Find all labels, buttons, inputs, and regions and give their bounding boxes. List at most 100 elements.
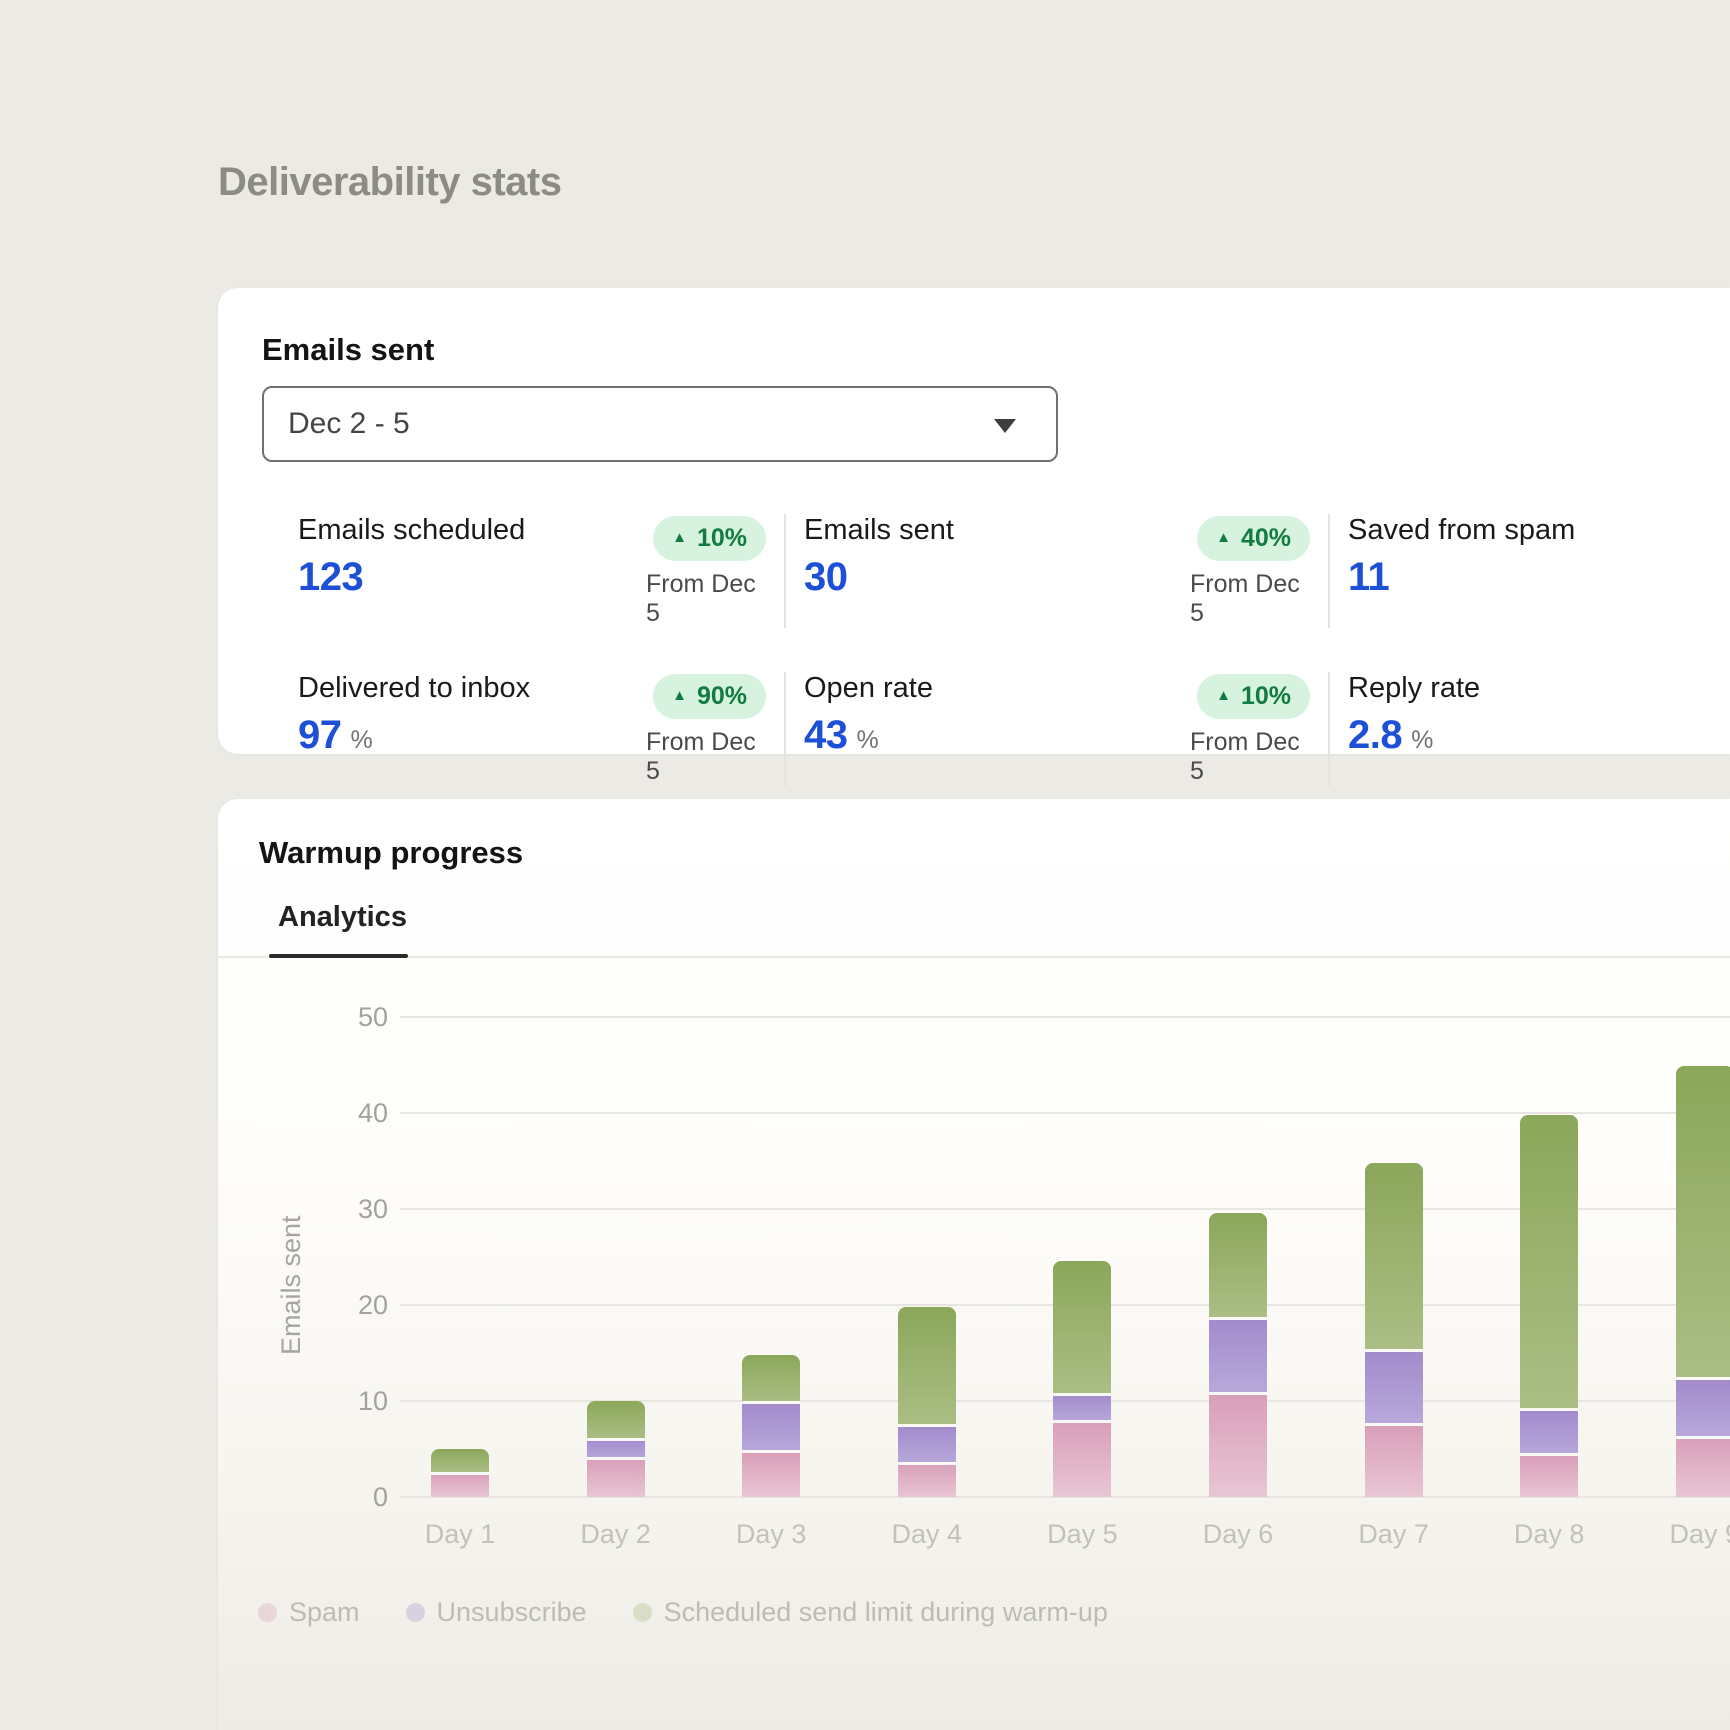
change-badge: ▲ 90%: [653, 674, 766, 719]
change-value: 40%: [1241, 524, 1291, 553]
bar-segment-gap: [587, 1438, 645, 1441]
bar-segment-scheduled-send-limit: [587, 1401, 645, 1439]
change-badge: ▲ 40%: [1197, 516, 1310, 561]
stat-change-open-rate: ▲ 10% From Dec 5: [1190, 672, 1310, 786]
bar-segment-unsubscribe: [1365, 1350, 1423, 1424]
bar-segment-scheduled-send-limit: [1520, 1115, 1578, 1410]
date-range-value: Dec 2 - 5: [288, 407, 410, 441]
stat-label: Emails scheduled: [298, 514, 628, 547]
emails-sent-stats-card: Emails sent Dec 2 - 5 Emails scheduled 1…: [218, 288, 1730, 754]
bar-segment-scheduled-send-limit: [742, 1355, 800, 1403]
change-value: 10%: [1241, 682, 1291, 711]
bar-segment-spam: [1209, 1393, 1267, 1497]
bar-segment-spam: [587, 1459, 645, 1497]
stat-unit: %: [857, 726, 879, 755]
stat-saved-from-spam: Saved from spam 11: [1348, 514, 1682, 628]
bar-segment-gap: [1365, 1349, 1423, 1352]
triangle-up-icon: ▲: [672, 688, 687, 703]
gridline: [400, 1112, 1730, 1114]
bar-segment-spam: [1520, 1455, 1578, 1497]
triangle-up-icon: ▲: [1216, 688, 1231, 703]
bar-segment-unsubscribe: [742, 1403, 800, 1452]
triangle-up-icon: ▲: [672, 530, 687, 545]
bar-segment-gap: [898, 1462, 956, 1465]
bar-segment-gap: [742, 1401, 800, 1404]
stat-reply-rate: Reply rate 2.8 %: [1348, 672, 1682, 786]
change-from: From Dec 5: [646, 570, 766, 628]
x-tick-label: Day 5: [1012, 1519, 1152, 1550]
date-range-select[interactable]: Dec 2 - 5: [262, 386, 1058, 462]
legend-dot-spam: [258, 1603, 277, 1622]
stat-change-emails-scheduled: ▲ 10% From Dec 5: [646, 514, 766, 628]
stat-label: Reply rate: [1348, 672, 1682, 705]
stat-change-delivered: ▲ 90% From Dec 5: [646, 672, 766, 786]
bar-segment-unsubscribe: [1520, 1410, 1578, 1455]
stats-divider: [784, 672, 786, 786]
bar-segment-unsubscribe: [1676, 1379, 1730, 1438]
stat-open-rate: Open rate 43 %: [804, 672, 1172, 786]
bar-segment-unsubscribe: [587, 1439, 645, 1458]
y-tick-label: 50: [218, 1001, 388, 1033]
stat-value: 30: [804, 555, 848, 600]
bar-segment-gap: [742, 1450, 800, 1453]
bar-segment-scheduled-send-limit: [1209, 1213, 1267, 1319]
chevron-down-icon: [994, 419, 1016, 433]
legend-dot-unsubscribe: [406, 1603, 425, 1622]
change-from: From Dec 5: [1190, 570, 1310, 628]
stat-change-emails-sent: ▲ 40% From Dec 5: [1190, 514, 1310, 628]
bar-segment-scheduled-send-limit: [1365, 1163, 1423, 1350]
x-tick-label: Day 3: [701, 1519, 841, 1550]
stats-divider: [784, 514, 786, 628]
legend-dot-scheduled-send-limit: [633, 1603, 652, 1622]
x-tick-label: Day 6: [1168, 1519, 1308, 1550]
stat-label: Saved from spam: [1348, 514, 1682, 547]
y-tick-label: 0: [218, 1481, 388, 1513]
x-tick-label: Day 8: [1479, 1519, 1619, 1550]
stat-value: 11: [1348, 555, 1389, 600]
change-value: 90%: [697, 682, 747, 711]
legend-label: Scheduled send limit during warm-up: [664, 1597, 1108, 1628]
x-tick-label: Day 7: [1324, 1519, 1464, 1550]
stat-value: 43: [804, 713, 848, 758]
y-tick-label: 20: [218, 1289, 388, 1321]
stat-label: Open rate: [804, 672, 1172, 705]
bar-segment-gap: [1676, 1436, 1730, 1439]
legend-item-unsubscribe: Unsubscribe: [406, 1597, 587, 1628]
stat-value: 123: [298, 555, 363, 600]
bar-segment-unsubscribe: [898, 1426, 956, 1463]
chart-legend: Spam Unsubscribe Scheduled send limit du…: [258, 1597, 1108, 1628]
y-tick-label: 30: [218, 1193, 388, 1225]
bar-segment-spam: [898, 1463, 956, 1497]
bar-segment-unsubscribe: [1053, 1394, 1111, 1421]
change-from: From Dec 5: [1190, 728, 1310, 786]
legend-label: Unsubscribe: [437, 1597, 587, 1628]
bar-segment-spam: [1676, 1437, 1730, 1497]
bar-segment-scheduled-send-limit: [1676, 1066, 1730, 1379]
legend-item-scheduled-send-limit: Scheduled send limit during warm-up: [633, 1597, 1108, 1628]
x-tick-label: Day 4: [857, 1519, 997, 1550]
y-tick-label: 40: [218, 1097, 388, 1129]
stat-unit: %: [351, 726, 373, 755]
bar-segment-gap: [1520, 1453, 1578, 1456]
legend-item-spam: Spam: [258, 1597, 360, 1628]
change-badge: ▲ 10%: [653, 516, 766, 561]
bar-segment-gap: [1053, 1420, 1111, 1423]
triangle-up-icon: ▲: [1216, 530, 1231, 545]
stat-emails-scheduled: Emails scheduled 123: [298, 514, 628, 628]
page-title: Deliverability stats: [218, 160, 562, 205]
bar-segment-spam: [742, 1452, 800, 1497]
bar-segment-spam: [431, 1473, 489, 1497]
stat-label: Delivered to inbox: [298, 672, 628, 705]
bar-segment-gap: [1676, 1377, 1730, 1380]
deliverability-screen: Deliverability stats Emails sent Dec 2 -…: [0, 0, 1730, 1730]
change-badge: ▲ 10%: [1197, 674, 1310, 719]
stat-emails-sent: Emails sent 30: [804, 514, 1172, 628]
bar-segment-scheduled-send-limit: [431, 1449, 489, 1473]
bar-segment-gap: [1209, 1392, 1267, 1395]
bar-segment-spam: [1053, 1421, 1111, 1497]
bar-segment-gap: [1209, 1317, 1267, 1320]
change-value: 10%: [697, 524, 747, 553]
bar-segment-scheduled-send-limit: [1053, 1261, 1111, 1394]
stat-value: 2.8: [1348, 713, 1402, 758]
stat-unit: %: [1411, 726, 1433, 755]
